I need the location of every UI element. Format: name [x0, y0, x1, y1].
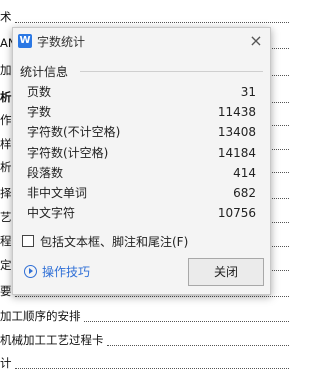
- stat-label: 字符数(不计空格): [27, 125, 121, 140]
- play-circle-icon: [24, 265, 37, 278]
- toc-leader-dots: [15, 367, 289, 369]
- toc-leader-dots: [15, 21, 289, 23]
- stat-label: 段落数: [27, 165, 64, 180]
- stat-value: 414: [233, 165, 256, 180]
- toc-line-text: 加工顺序的安排: [0, 309, 82, 323]
- stat-label: 字符数(计空格): [27, 145, 109, 160]
- checkbox-label: 包括文本框、脚注和尾注(F): [40, 235, 189, 249]
- stat-row: 字符数(计空格) 14184: [27, 144, 256, 162]
- toc-leader-dots: [15, 295, 289, 297]
- toc-line-text: 艺: [0, 210, 13, 224]
- toc-line-text: 择: [0, 186, 13, 200]
- toc-line[interactable]: 加工顺序的安排: [0, 309, 289, 323]
- toc-line-text: 样: [0, 137, 13, 151]
- dialog-titlebar[interactable]: W 字数统计 ×: [13, 28, 270, 54]
- toc-line-text: 术: [0, 10, 13, 24]
- toc-line-text: 程: [0, 234, 13, 248]
- stat-row: 页数 31: [27, 83, 256, 101]
- stat-label: 页数: [27, 85, 52, 99]
- toc-line[interactable]: 机械加工工艺过程卡: [0, 333, 289, 347]
- dialog-title: 字数统计: [37, 35, 86, 49]
- stat-value: 682: [233, 186, 256, 200]
- toc-line-text: 机械加工工艺过程卡: [0, 333, 105, 347]
- group-title-statistics: 统计信息: [20, 65, 69, 79]
- close-icon[interactable]: ×: [246, 31, 266, 51]
- tips-link[interactable]: 操作技巧: [24, 264, 90, 280]
- stat-row: 字数 11438: [27, 103, 256, 121]
- stat-value: 13408: [217, 125, 256, 140]
- stat-value: 11438: [217, 105, 256, 120]
- toc-line-text: 计: [0, 356, 13, 370]
- stat-row: 段落数 414: [27, 164, 256, 182]
- stat-label: 非中文单词: [27, 186, 88, 200]
- stat-value: 10756: [217, 206, 256, 221]
- toc-line-text: 定: [0, 258, 13, 272]
- stat-row: 非中文单词 682: [27, 184, 256, 202]
- stat-label: 中文字符: [27, 206, 76, 221]
- include-textbox-footnotes-checkbox[interactable]: [22, 235, 34, 247]
- toc-line[interactable]: 计: [0, 356, 289, 370]
- toc-leader-dots: [84, 320, 289, 322]
- stat-row: 字符数(不计空格) 13408: [27, 123, 256, 141]
- toc-line-text: 析: [0, 90, 13, 104]
- toc-line-text: 要: [0, 284, 13, 298]
- stat-value: 31: [240, 85, 256, 99]
- stat-label: 字数: [27, 105, 52, 120]
- wps-writer-logo-icon: W: [18, 34, 32, 48]
- toc-line[interactable]: 术: [0, 10, 289, 24]
- include-textbox-footnotes-option[interactable]: 包括文本框、脚注和尾注(F): [22, 233, 188, 251]
- word-count-dialog: W 字数统计 × 统计信息 页数 31 字数 11438 字符数(不计空格) 13408 字…: [12, 27, 271, 295]
- stat-value: 14184: [217, 145, 256, 160]
- stat-row: 中文字符 10756: [27, 204, 256, 222]
- toc-line-text: 析: [0, 160, 13, 174]
- close-button[interactable]: 关闭: [188, 258, 264, 286]
- group-divider: [80, 71, 263, 72]
- toc-line-text: 作: [0, 113, 13, 127]
- tips-label: 操作技巧: [42, 265, 91, 279]
- toc-leader-dots: [107, 344, 289, 346]
